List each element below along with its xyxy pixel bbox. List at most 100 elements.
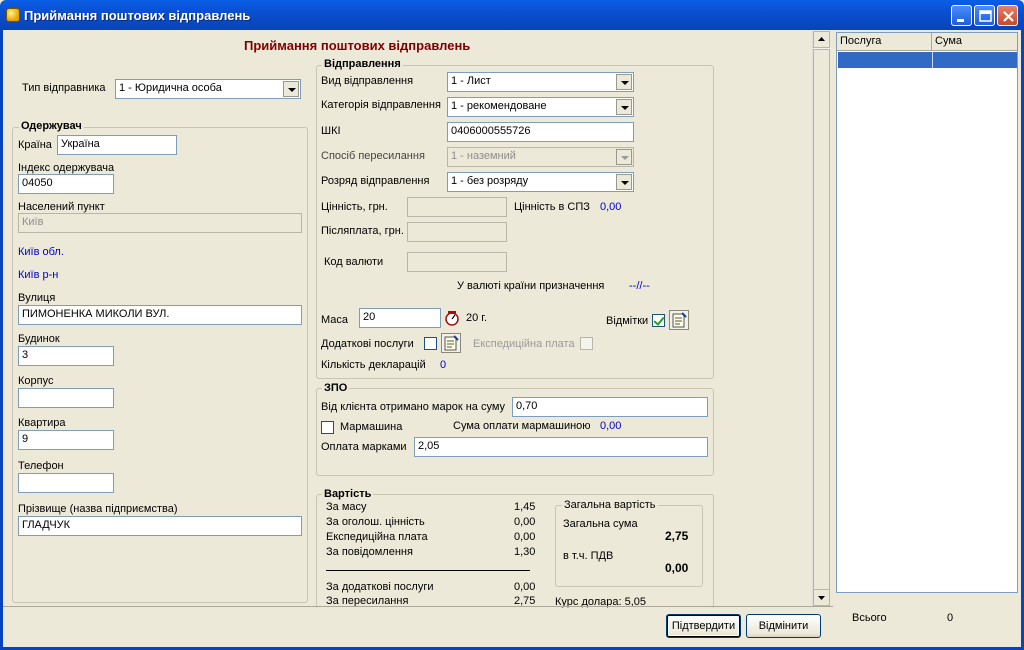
bottom-divider: [3, 606, 833, 607]
phone-label: Телефон: [18, 460, 64, 472]
house-input[interactable]: 3: [18, 346, 114, 366]
arrow-down-icon: [818, 596, 825, 600]
type-value: 1 - Лист: [451, 75, 491, 87]
spz-label: Цінність в СПЗ: [514, 201, 590, 213]
confirm-button[interactable]: Підтвердити: [666, 614, 741, 638]
method-select[interactable]: 1 - наземний: [447, 147, 634, 167]
chevron-down-icon[interactable]: [616, 99, 632, 115]
mass-label: Маса: [321, 314, 349, 326]
stamps-received-label: Від клієнта отримано марок на суму: [321, 401, 506, 413]
scale-icon[interactable]: [443, 309, 461, 327]
extra-services-label: Додаткові послуги: [321, 338, 414, 350]
title-bar: Приймання поштових відправлень: [0, 0, 1024, 30]
building-input[interactable]: [18, 388, 114, 408]
services-total-value: 0: [947, 612, 954, 624]
apartment-label: Квартира: [18, 417, 66, 429]
country-label: Країна: [18, 139, 52, 151]
sender-type-label: Тип відправника: [22, 82, 106, 94]
cancel-button[interactable]: Відмінити: [746, 614, 821, 638]
chevron-down-icon[interactable]: [616, 174, 632, 190]
extra-services-checkbox[interactable]: [424, 337, 437, 350]
cost-row-label: Експедиційна плата: [326, 531, 428, 543]
country-input[interactable]: Україна: [57, 135, 177, 155]
barcode-input[interactable]: 0406000555726: [447, 122, 634, 142]
surname-input[interactable]: ГЛАДЧУК: [18, 516, 302, 536]
total-label: Загальна сума: [563, 518, 638, 530]
shipment-group-label: Відправлення: [322, 58, 403, 70]
services-total-label: Всього: [852, 612, 887, 624]
stamps-received-input[interactable]: 0,70: [512, 397, 708, 417]
currency-input[interactable]: [407, 252, 507, 272]
mass-input[interactable]: 20: [359, 308, 441, 328]
zip-label: Індекс одержувача: [18, 162, 115, 174]
table-row[interactable]: [838, 52, 1017, 68]
phone-input[interactable]: [18, 473, 114, 493]
stamps-payment-input[interactable]: 2,05: [414, 437, 708, 457]
marks-checkbox[interactable]: [652, 314, 665, 327]
house-label: Будинок: [18, 333, 60, 345]
cost-row-label: За масу: [326, 501, 367, 513]
chevron-down-icon[interactable]: [616, 74, 632, 90]
cost-divider: [326, 570, 530, 571]
apartment-input[interactable]: 9: [18, 430, 114, 450]
maximize-button[interactable]: [974, 5, 995, 26]
class-label: Розряд відправлення: [321, 175, 430, 187]
vat-value: 0,00: [665, 561, 689, 575]
value-label: Цінність, грн.: [321, 201, 388, 213]
city-input[interactable]: Київ: [18, 213, 302, 233]
value-input[interactable]: [407, 197, 507, 217]
building-label: Корпус: [18, 375, 54, 387]
marks-edit-button[interactable]: [669, 310, 689, 330]
method-value: 1 - наземний: [451, 150, 516, 162]
street-input[interactable]: ПИМОНЕНКА МИКОЛИ ВУЛ.: [18, 305, 302, 325]
expedition-fee-checkbox[interactable]: [580, 337, 593, 350]
surname-label: Прізвище (назва підприємства): [18, 503, 178, 515]
services-column-header[interactable]: Послуга: [837, 33, 932, 51]
zpo-group-label: ЗПО: [322, 382, 350, 394]
franking-checkbox[interactable]: [321, 421, 334, 434]
type-label: Вид відправлення: [321, 75, 414, 87]
notepad-icon: [672, 312, 687, 328]
close-button[interactable]: [997, 5, 1018, 26]
vertical-scrollbar[interactable]: [812, 31, 830, 606]
marks-label: Відмітки: [606, 315, 649, 327]
form-heading: Приймання поштових відправлень: [244, 38, 471, 53]
sender-type-select[interactable]: 1 - Юридична особа: [115, 79, 301, 99]
total-value: 2,75: [665, 529, 689, 543]
notepad-icon: [444, 335, 459, 351]
chevron-down-icon[interactable]: [616, 149, 632, 165]
method-label: Спосіб пересилання: [321, 150, 425, 162]
class-value: 1 - без розряду: [451, 175, 529, 187]
street-label: Вулиця: [18, 292, 56, 304]
category-select[interactable]: 1 - рекомендоване: [447, 97, 634, 117]
scroll-up-button[interactable]: [813, 31, 830, 48]
category-label: Категорія відправлення: [321, 99, 441, 111]
declarations-value: 0: [440, 359, 447, 371]
dest-currency-value: --//--: [629, 280, 650, 292]
services-column-header[interactable]: Сума: [932, 33, 1017, 51]
arrow-up-icon: [818, 37, 825, 41]
franking-sum-value: 0,00: [600, 420, 622, 432]
cod-input[interactable]: [407, 222, 507, 242]
sender-type-value: 1 - Юридична особа: [119, 82, 222, 94]
cost-row-value: 1,45: [514, 501, 536, 513]
minimize-icon: [957, 19, 964, 22]
cost-row-value: 0,00: [514, 516, 536, 528]
dest-currency-label: У валюті країни призначення: [457, 280, 605, 292]
chevron-down-icon[interactable]: [283, 81, 299, 97]
class-select[interactable]: 1 - без розряду: [447, 172, 634, 192]
category-value: 1 - рекомендоване: [451, 100, 547, 112]
currency-label: Код валюти: [324, 256, 384, 268]
zip-input[interactable]: 04050: [18, 174, 114, 194]
extra-services-edit-button[interactable]: [441, 333, 461, 353]
cell-divider: [932, 52, 933, 68]
scroll-thumb[interactable]: [813, 49, 830, 594]
region-text: Київ обл.: [18, 246, 64, 258]
services-table[interactable]: Послуга Сума: [836, 32, 1018, 593]
cost-row-value: 0,00: [514, 581, 536, 593]
minimize-button[interactable]: [951, 5, 972, 26]
recipient-group-label: Одержувач: [19, 120, 84, 132]
type-select[interactable]: 1 - Лист: [447, 72, 634, 92]
scroll-down-button[interactable]: [813, 589, 830, 606]
city-label: Населений пункт: [18, 201, 105, 213]
